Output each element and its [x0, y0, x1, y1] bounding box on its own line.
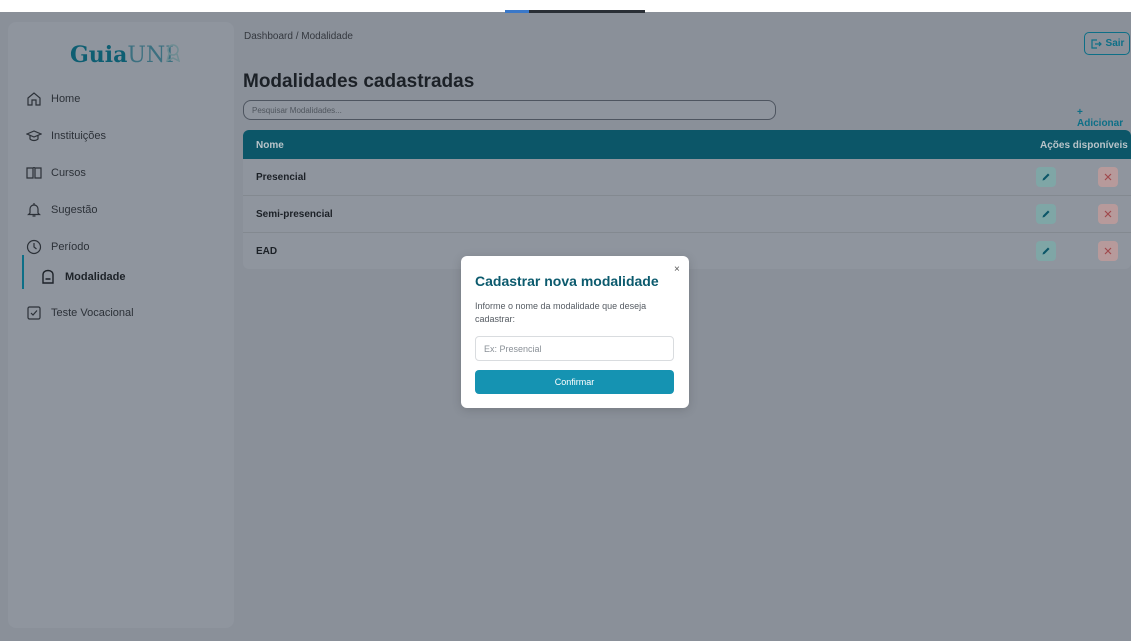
edit-button[interactable] — [1036, 204, 1056, 224]
graduation-cap-icon — [26, 130, 42, 142]
clock-icon — [26, 239, 42, 255]
column-header-actions: Ações disponíveis — [1040, 140, 1128, 151]
checkbox-icon — [27, 306, 41, 320]
close-icon — [1104, 247, 1112, 255]
bag-icon — [42, 269, 54, 284]
home-icon — [27, 92, 41, 106]
sidebar-item-label: Home — [51, 93, 81, 105]
sidebar-item-teste-vocacional[interactable]: Teste Vocacional — [26, 302, 134, 324]
delete-button[interactable] — [1098, 167, 1118, 187]
search-input[interactable] — [243, 100, 776, 120]
sidebar-item-periodo[interactable]: Período — [26, 236, 90, 258]
sidebar-item-label: Instituições — [51, 130, 107, 142]
row-name: Presencial — [256, 172, 307, 183]
modal-close-button[interactable]: × — [674, 264, 680, 275]
sidebar: GuiaUNI Home Instituições Cursos Sugestã… — [8, 22, 234, 628]
exit-button[interactable]: Sair — [1084, 32, 1130, 55]
exit-button-label: Sair — [1105, 38, 1125, 49]
modalities-table: Nome Ações disponíveis Presencial Semi-p… — [243, 130, 1131, 269]
add-modality-modal: × Cadastrar nova modalidade Informe o no… — [461, 256, 689, 408]
sidebar-item-label: Cursos — [51, 167, 86, 179]
pencil-icon — [1042, 247, 1050, 255]
close-icon — [1104, 173, 1112, 181]
sidebar-item-instituicoes[interactable]: Instituições — [26, 125, 106, 147]
pencil-icon — [1042, 210, 1050, 218]
confirm-button[interactable]: Confirmar — [475, 370, 674, 394]
logo-main-text: Guia — [70, 42, 128, 68]
book-icon — [26, 167, 42, 179]
logo[interactable]: GuiaUNI — [70, 42, 174, 68]
sidebar-item-label: Modalidade — [65, 271, 126, 283]
table-header: Nome Ações disponíveis — [243, 130, 1131, 159]
sidebar-item-modalidade[interactable]: Modalidade — [40, 266, 126, 288]
loading-bar-progress — [505, 10, 529, 13]
breadcrumb: Dashboard / Modalidade — [244, 31, 353, 42]
table-row: Semi-presencial — [243, 196, 1131, 233]
award-icon — [165, 44, 181, 62]
edit-button[interactable] — [1036, 241, 1056, 261]
delete-button[interactable] — [1098, 241, 1118, 261]
column-header-name: Nome — [256, 140, 284, 151]
sidebar-item-home[interactable]: Home — [26, 88, 80, 110]
edit-button[interactable] — [1036, 167, 1056, 187]
active-indicator — [22, 255, 24, 289]
bell-icon — [27, 203, 41, 217]
sidebar-item-sugestao[interactable]: Sugestão — [26, 199, 97, 221]
add-button[interactable]: + Adicionar — [1077, 107, 1131, 129]
pencil-icon — [1042, 173, 1050, 181]
modal-description: Informe o nome da modalidade que deseja … — [475, 301, 647, 324]
modality-name-input[interactable] — [475, 336, 674, 361]
sidebar-item-label: Período — [51, 241, 90, 253]
row-name: EAD — [256, 246, 278, 257]
sidebar-item-label: Sugestão — [51, 204, 98, 216]
sidebar-item-cursos[interactable]: Cursos — [26, 162, 86, 184]
page-title: Modalidades cadastradas — [243, 71, 475, 92]
modal-title: Cadastrar nova modalidade — [475, 273, 659, 289]
sidebar-item-label: Teste Vocacional — [51, 307, 134, 319]
logout-icon — [1090, 38, 1102, 49]
delete-button[interactable] — [1098, 204, 1118, 224]
close-icon — [1104, 210, 1112, 218]
row-name: Semi-presencial — [256, 209, 333, 220]
table-row: Presencial — [243, 159, 1131, 196]
